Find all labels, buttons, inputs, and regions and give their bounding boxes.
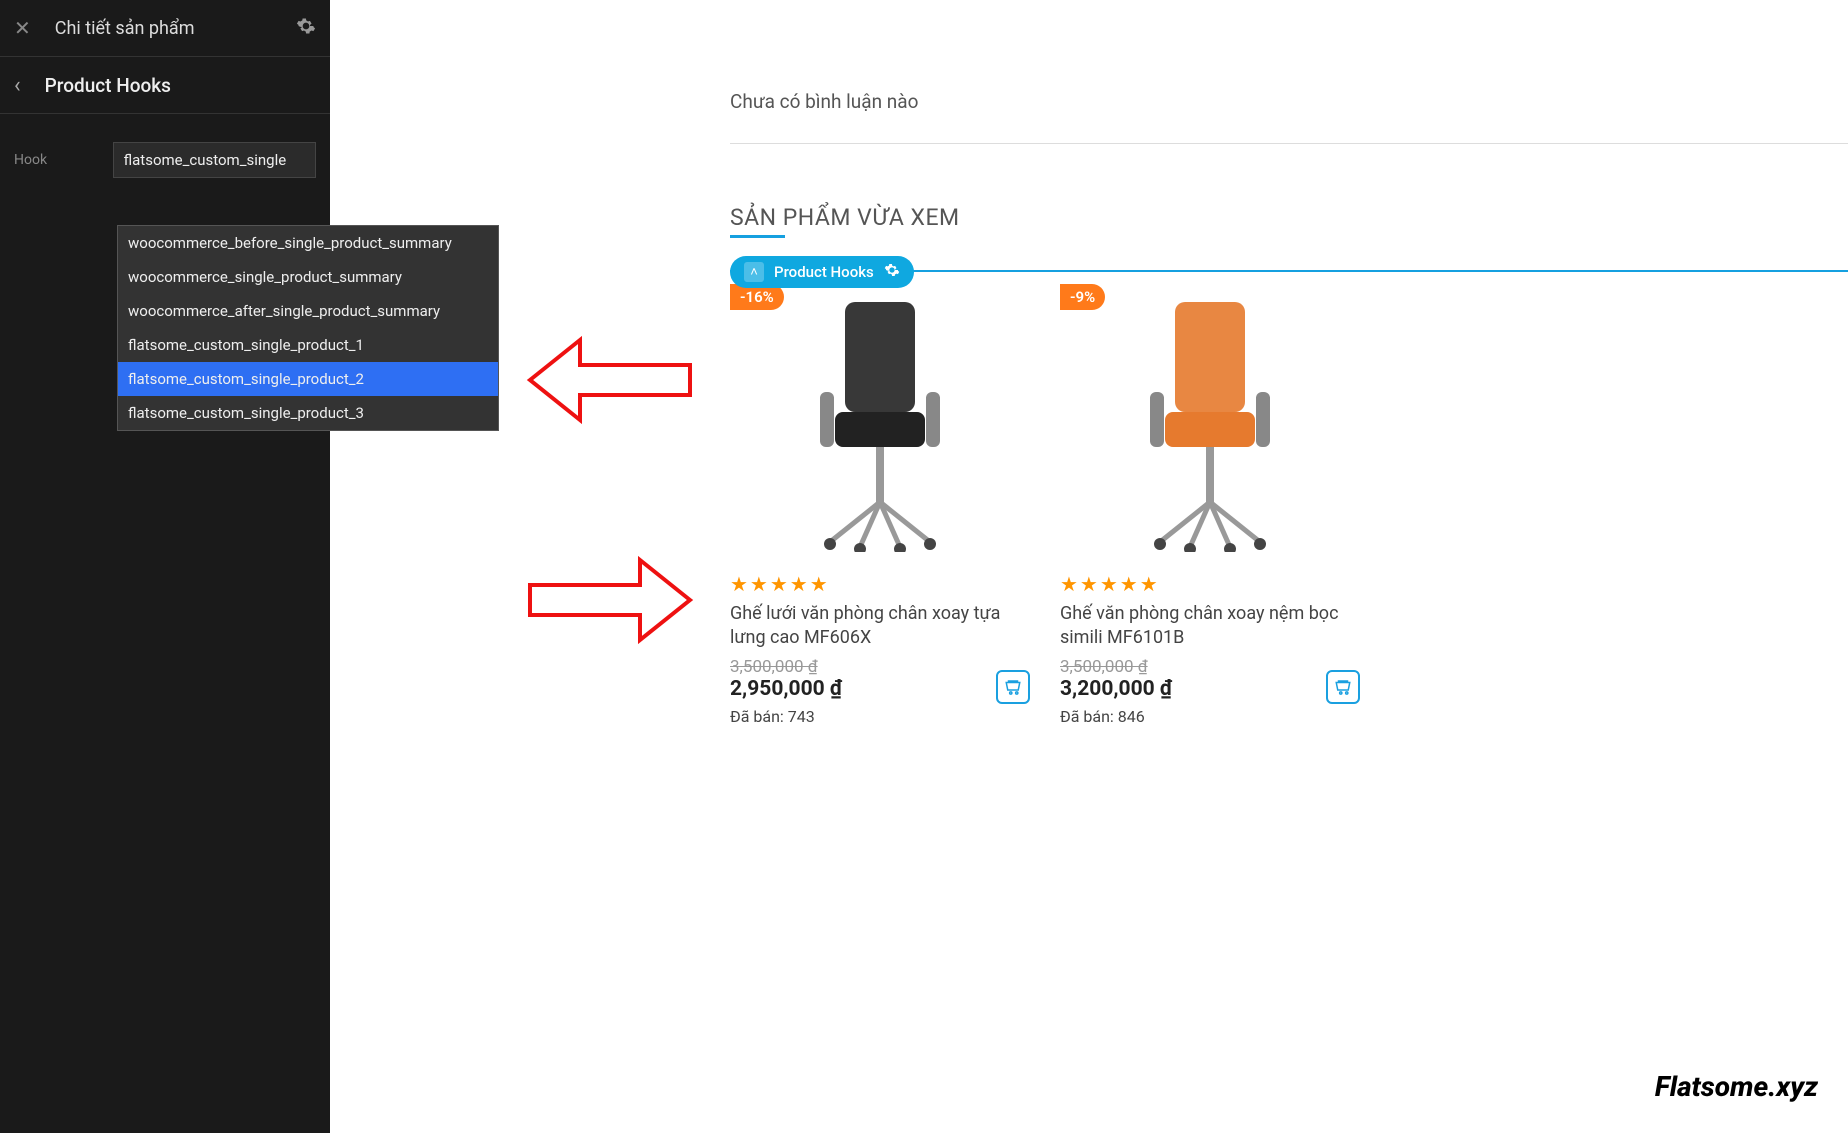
product-card[interactable]: -16% ★★★★★ Ghế lưới văn phòng chân xoay … <box>730 272 1030 726</box>
annotation-arrow-left <box>520 320 700 440</box>
no-comments-text: Chưa có bình luận nào <box>730 90 1848 113</box>
divider <box>730 143 1848 144</box>
product-name: Ghế văn phòng chân xoay nệm bọc simili M… <box>1060 602 1360 651</box>
dropdown-item[interactable]: flatsome_custom_single_product_1 <box>118 328 498 362</box>
sidebar-subheader: ‹ Product Hooks <box>0 57 330 114</box>
product-image <box>730 272 1030 572</box>
add-to-cart-button[interactable] <box>1326 670 1360 704</box>
discount-badge: -9% <box>1060 284 1105 310</box>
product-name: Ghế lưới văn phòng chân xoay tựa lưng ca… <box>730 602 1030 651</box>
sidebar-header: ✕ Chi tiết sản phẩm <box>0 0 330 57</box>
dropdown-item[interactable]: flatsome_custom_single_product_2 <box>118 362 498 396</box>
back-icon[interactable]: ‹ <box>14 73 21 98</box>
dropdown-item[interactable]: woocommerce_after_single_product_summary <box>118 294 498 328</box>
sold-count: Đã bán: 846 <box>1060 707 1360 726</box>
sidebar-body: Hook flatsome_custom_single <box>0 114 330 206</box>
new-price: 2,950,000 ₫ <box>730 677 1030 701</box>
dropdown-item[interactable]: woocommerce_single_product_summary <box>118 260 498 294</box>
add-to-cart-button[interactable] <box>996 670 1030 704</box>
preview-pane: Chưa có bình luận nào SẢN PHẨM VỪA XEM ˄… <box>330 0 1848 1133</box>
section-title: SẢN PHẨM VỪA XEM <box>730 204 1848 231</box>
product-hooks-badge[interactable]: ˄ Product Hooks <box>730 256 914 288</box>
dropdown-item[interactable]: woocommerce_before_single_product_summar… <box>118 226 498 260</box>
sidebar-sub-title: Product Hooks <box>45 74 316 97</box>
annotation-arrow-right <box>520 540 700 660</box>
chevron-up-icon[interactable]: ˄ <box>744 262 764 282</box>
badge-label: Product Hooks <box>774 263 874 281</box>
sold-count: Đã bán: 743 <box>730 707 1030 726</box>
gear-icon[interactable] <box>884 262 900 282</box>
old-price: 3,500,000 ₫ <box>1060 657 1360 677</box>
hook-dropdown[interactable]: woocommerce_before_single_product_summar… <box>117 225 499 431</box>
product-card[interactable]: -9% ★★★★★ Ghế văn phòng chân xoay nệm bọ… <box>1060 272 1360 726</box>
dropdown-item[interactable]: flatsome_custom_single_product_3 <box>118 396 498 430</box>
old-price: 3,500,000 ₫ <box>730 657 1030 677</box>
hook-label: Hook <box>14 152 83 168</box>
hook-select[interactable]: flatsome_custom_single <box>113 142 316 178</box>
section-underline <box>730 235 785 238</box>
product-list: -16% ★★★★★ Ghế lưới văn phòng chân xoay … <box>730 270 1848 726</box>
product-image <box>1060 272 1360 572</box>
star-rating: ★★★★★ <box>730 572 1030 596</box>
star-rating: ★★★★★ <box>1060 572 1360 596</box>
new-price: 3,200,000 ₫ <box>1060 677 1360 701</box>
watermark: Flatsome.xyz <box>1655 1070 1818 1103</box>
gear-icon[interactable] <box>296 16 316 40</box>
sidebar-title: Chi tiết sản phẩm <box>55 18 296 39</box>
close-icon[interactable]: ✕ <box>14 16 31 40</box>
customizer-sidebar: ✕ Chi tiết sản phẩm ‹ Product Hooks Hook… <box>0 0 330 1133</box>
